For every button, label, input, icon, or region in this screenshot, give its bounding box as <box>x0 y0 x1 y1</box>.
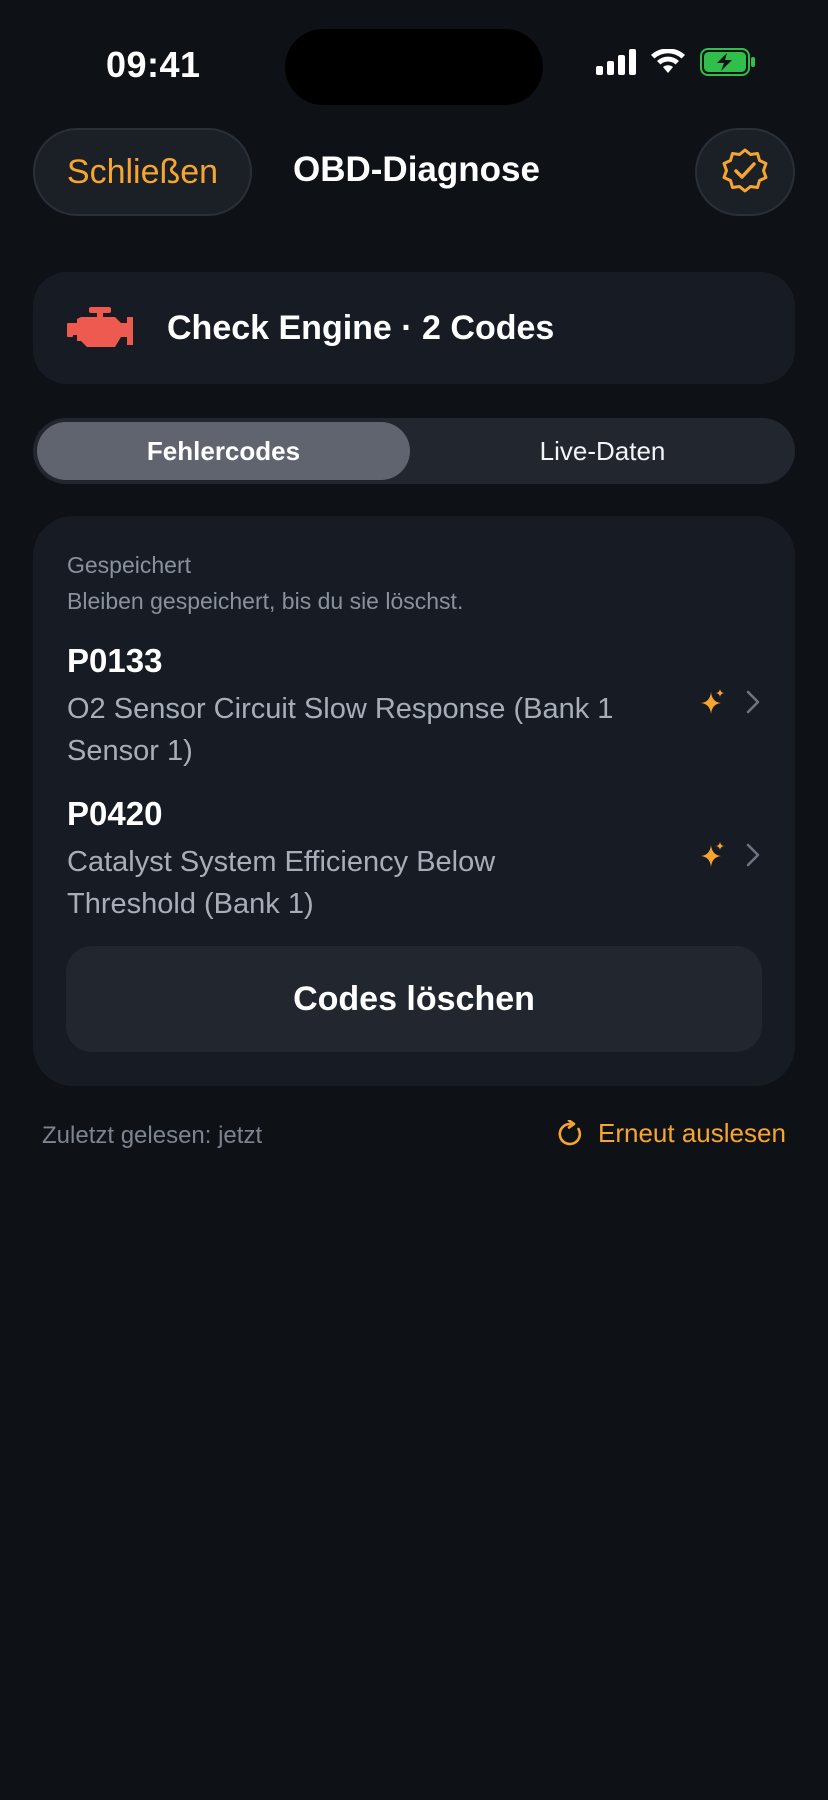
close-button[interactable]: Schließen <box>33 128 252 216</box>
code-id: P0420 <box>67 795 163 832</box>
code-description: Catalyst System Efficiency Below Thresho… <box>67 846 496 920</box>
tab-live-daten[interactable]: Live-Daten <box>414 422 791 480</box>
codes-card: Gespeichert Bleiben gespeichert, bis du … <box>33 516 795 1086</box>
cellular-signal-icon <box>596 49 636 75</box>
clear-codes-button[interactable]: Codes löschen <box>66 946 762 1052</box>
code-id: P0133 <box>67 642 163 679</box>
check-engine-banner: Check Engine · 2 Codes <box>33 272 795 384</box>
sparkle-icon <box>701 842 724 867</box>
section-subtitle: Bleiben gespeichert, bis du sie löschst. <box>67 588 464 614</box>
reread-label: Erneut auslesen <box>598 1118 786 1148</box>
tab-fehlercodes[interactable]: Fehlercodes <box>37 422 410 480</box>
segmented-control: Fehlercodes Live-Daten <box>33 418 795 484</box>
reread-button[interactable]: Erneut auslesen <box>556 1118 786 1149</box>
screen: 09:41 Schließen OBD-Diagnose Check Engin… <box>0 0 828 1800</box>
last-read-text: Zuletzt gelesen: jetzt <box>42 1122 263 1149</box>
code-list-item[interactable]: P0133 O2 Sensor Circuit Slow Response (B… <box>33 642 795 778</box>
page-title: OBD-Diagnose <box>293 150 540 189</box>
status-icons <box>596 48 756 76</box>
engine-icon-wrap <box>67 305 137 351</box>
check-engine-icon <box>67 307 133 347</box>
section-title: Gespeichert <box>67 552 192 578</box>
chevron-right-icon <box>746 690 760 714</box>
status-bar: 09:41 <box>0 0 828 130</box>
verified-badge-icon <box>722 148 768 193</box>
check-engine-text: Check Engine · 2 Codes <box>167 308 555 347</box>
dynamic-island <box>285 29 543 105</box>
battery-charging-icon <box>700 48 755 76</box>
refresh-icon <box>558 1119 582 1145</box>
verified-button[interactable] <box>695 128 795 216</box>
chevron-right-icon <box>746 843 760 867</box>
code-description: O2 Sensor Circuit Slow Response (Bank 1 … <box>67 693 614 767</box>
sparkle-icon <box>701 689 724 714</box>
wifi-icon <box>651 49 685 73</box>
status-time: 09:41 <box>106 44 201 85</box>
code-list-item[interactable]: P0420 Catalyst System Efficiency Below T… <box>33 795 795 931</box>
